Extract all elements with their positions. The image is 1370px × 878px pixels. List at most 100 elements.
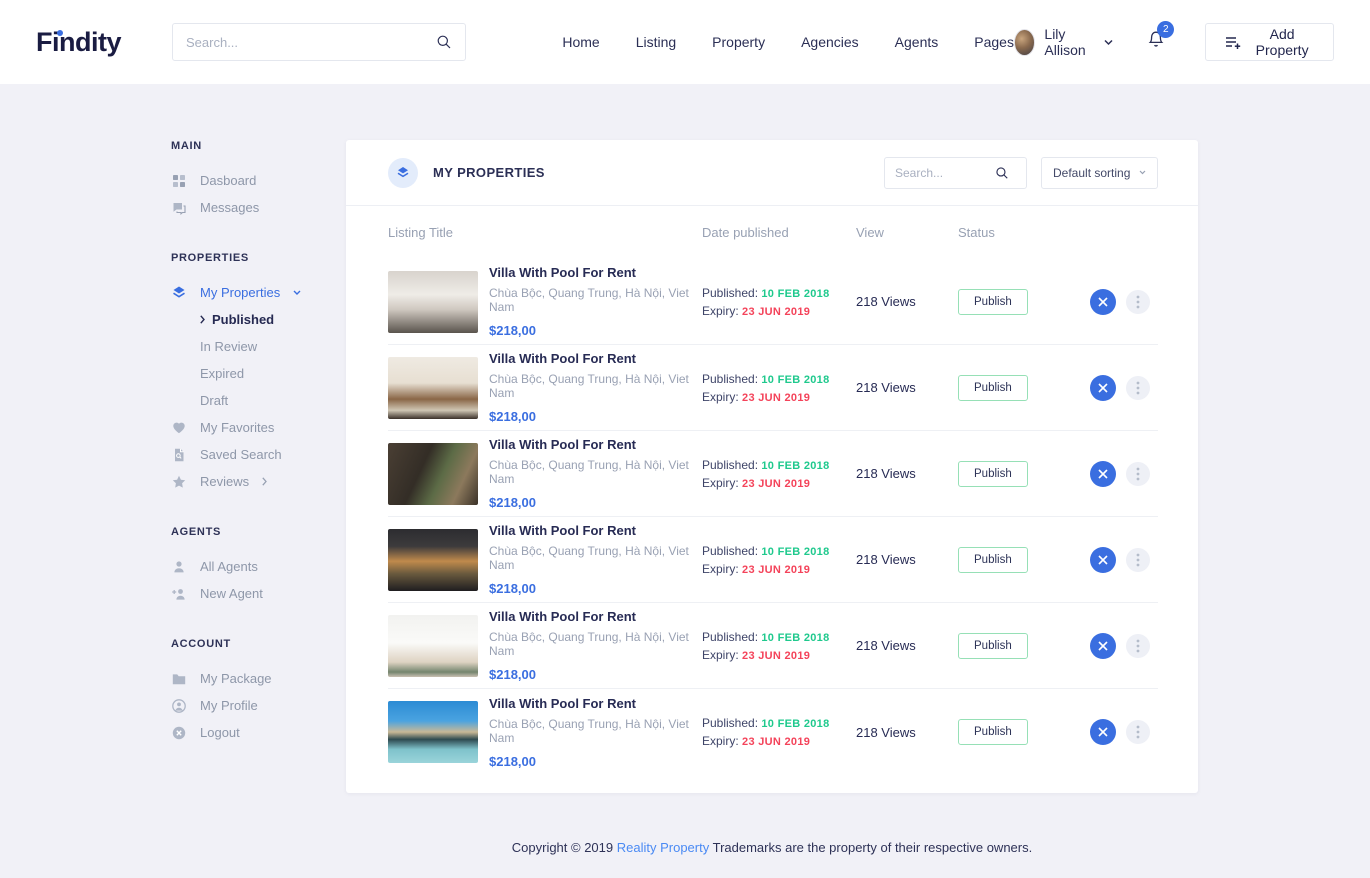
panel-icon-circle <box>388 158 418 188</box>
sidebar-subitem-published[interactable]: Published <box>200 312 346 327</box>
listing-title-cell: Villa With Pool For Rent Chùa Bộc, Quang… <box>388 696 702 769</box>
sidebar-section-main: MAIN Dasboard Messages <box>171 140 346 215</box>
property-text-block: Villa With Pool For Rent Chùa Bộc, Quang… <box>489 437 702 510</box>
property-title[interactable]: Villa With Pool For Rent <box>489 265 702 280</box>
star-icon <box>171 474 187 490</box>
publish-status-button[interactable]: Publish <box>958 461 1028 487</box>
add-property-button[interactable]: Add Property <box>1205 23 1334 61</box>
close-icon <box>1098 555 1108 565</box>
status-cell: Publish <box>958 375 1090 401</box>
property-row: Villa With Pool For Rent Chùa Bộc, Quang… <box>388 689 1158 775</box>
user-menu[interactable]: Lily Allison <box>1014 26 1113 58</box>
published-date: 10 FEB 2018 <box>761 374 829 386</box>
property-price: $218,00 <box>489 581 702 596</box>
remove-listing-button[interactable] <box>1090 633 1116 659</box>
property-thumbnail[interactable] <box>388 701 478 763</box>
kebab-menu-icon <box>1136 553 1140 567</box>
expiry-date: 23 JUN 2019 <box>742 736 810 748</box>
sidebar-item-saved-search[interactable]: Saved Search <box>171 447 346 462</box>
remove-listing-button[interactable] <box>1090 461 1116 487</box>
sidebar-item-dashboard[interactable]: Dasboard <box>171 173 346 188</box>
copyright-text: Copyright © 2019 <box>512 840 613 855</box>
nav-link-property[interactable]: Property <box>712 34 765 50</box>
sidebar-subitem-label: In Review <box>200 339 257 354</box>
layers-icon <box>395 165 411 181</box>
row-actions <box>1090 719 1158 745</box>
property-thumbnail[interactable] <box>388 271 478 333</box>
section-heading-account: ACCOUNT <box>171 638 346 650</box>
more-options-button[interactable] <box>1126 548 1150 572</box>
person-plus-icon <box>171 586 187 602</box>
more-options-button[interactable] <box>1126 462 1150 486</box>
remove-listing-button[interactable] <box>1090 547 1116 573</box>
sidebar-item-my-favorites[interactable]: My Favorites <box>171 420 346 435</box>
expiry-label: Expiry: <box>702 476 739 490</box>
brand-logo[interactable]: Findity <box>36 27 172 58</box>
close-icon <box>1098 469 1108 479</box>
table-header-row: Listing Title Date published View Status <box>388 206 1158 259</box>
publish-status-button[interactable]: Publish <box>958 547 1028 573</box>
sidebar-item-reviews[interactable]: Reviews <box>171 474 346 489</box>
global-search-input[interactable] <box>186 35 436 50</box>
search-icon[interactable] <box>995 166 1009 180</box>
sidebar-item-new-agent[interactable]: New Agent <box>171 586 346 601</box>
more-options-button[interactable] <box>1126 634 1150 658</box>
kebab-menu-icon <box>1136 295 1140 309</box>
more-options-button[interactable] <box>1126 290 1150 314</box>
chevron-down-icon <box>293 290 301 296</box>
remove-listing-button[interactable] <box>1090 289 1116 315</box>
property-title[interactable]: Villa With Pool For Rent <box>489 609 702 624</box>
sort-dropdown[interactable]: Default sorting <box>1041 157 1158 189</box>
nav-link-agencies[interactable]: Agencies <box>801 34 859 50</box>
views-cell: 218 Views <box>856 638 958 653</box>
property-row: Villa With Pool For Rent Chùa Bộc, Quang… <box>388 345 1158 431</box>
properties-table: Listing Title Date published View Status… <box>346 206 1198 793</box>
sidebar-subitem-draft[interactable]: Draft <box>200 393 346 408</box>
row-actions <box>1090 375 1158 401</box>
sidebar-item-my-package[interactable]: My Package <box>171 671 346 686</box>
add-property-label: Add Property <box>1250 26 1314 58</box>
views-cell: 218 Views <box>856 294 958 309</box>
add-listing-icon <box>1225 34 1241 50</box>
sidebar-subitem-in-review[interactable]: In Review <box>200 339 346 354</box>
property-address: Chùa Bộc, Quang Trung, Hà Nội, Viet Nam <box>489 372 702 400</box>
nav-link-home[interactable]: Home <box>562 34 599 50</box>
property-title[interactable]: Villa With Pool For Rent <box>489 437 702 452</box>
sidebar-subitem-expired[interactable]: Expired <box>200 366 346 381</box>
publish-status-button[interactable]: Publish <box>958 719 1028 745</box>
kebab-menu-icon <box>1136 639 1140 653</box>
more-options-button[interactable] <box>1126 376 1150 400</box>
publish-status-button[interactable]: Publish <box>958 289 1028 315</box>
property-thumbnail[interactable] <box>388 443 478 505</box>
nav-link-agents[interactable]: Agents <box>895 34 939 50</box>
nav-link-listing[interactable]: Listing <box>636 34 676 50</box>
published-date: 10 FEB 2018 <box>761 632 829 644</box>
remove-listing-button[interactable] <box>1090 719 1116 745</box>
property-title[interactable]: Villa With Pool For Rent <box>489 696 702 711</box>
notifications-button[interactable]: 2 <box>1147 30 1165 55</box>
sidebar-item-my-profile[interactable]: My Profile <box>171 698 346 713</box>
property-title[interactable]: Villa With Pool For Rent <box>489 523 702 538</box>
publish-status-button[interactable]: Publish <box>958 633 1028 659</box>
property-thumbnail[interactable] <box>388 529 478 591</box>
sidebar-item-messages[interactable]: Messages <box>171 200 346 215</box>
footer-brand-link[interactable]: Reality Property <box>617 840 709 855</box>
property-thumbnail[interactable] <box>388 615 478 677</box>
panel-title: MY PROPERTIES <box>433 165 545 180</box>
date-published-cell: Published: 10 FEB 2018 Expiry: 23 JUN 20… <box>702 282 856 322</box>
publish-status-button[interactable]: Publish <box>958 375 1028 401</box>
views-cell: 218 Views <box>856 552 958 567</box>
property-title[interactable]: Villa With Pool For Rent <box>489 351 702 366</box>
more-options-button[interactable] <box>1126 720 1150 744</box>
file-icon <box>171 447 187 463</box>
search-icon[interactable] <box>436 34 452 50</box>
property-thumbnail[interactable] <box>388 357 478 419</box>
sidebar-subitem-label: Expired <box>200 366 244 381</box>
remove-listing-button[interactable] <box>1090 375 1116 401</box>
sidebar-item-all-agents[interactable]: All Agents <box>171 559 346 574</box>
expiry-date: 23 JUN 2019 <box>742 306 810 318</box>
sidebar-item-my-properties[interactable]: My Properties <box>171 285 346 300</box>
panel-search-input[interactable] <box>895 166 995 180</box>
sidebar-item-logout[interactable]: Logout <box>171 725 346 740</box>
nav-link-pages[interactable]: Pages <box>974 34 1014 50</box>
